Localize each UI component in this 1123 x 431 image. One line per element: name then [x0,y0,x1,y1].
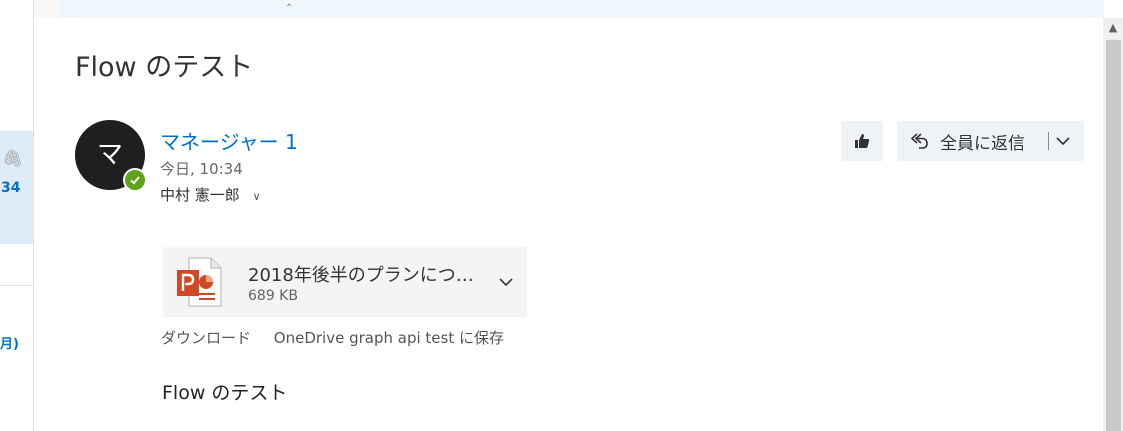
button-separator [1048,132,1049,150]
message-datetime: 今日, 10:34 [160,160,243,178]
list-item-time: 34 [1,180,21,196]
caret-icon: ‸ [287,0,291,6]
attachment-card[interactable]: 2018年後半のプランにつ… 689 KB [163,247,527,317]
sender-name-link[interactable]: マネージャー 1 [160,126,298,155]
reply-all-label: 全員に返信 [940,133,1025,154]
thumbs-up-icon [855,134,870,148]
chevron-down-icon[interactable] [1055,133,1071,149]
powerpoint-file-icon [177,257,222,307]
message-body: Flow のテスト [162,382,288,404]
recipient-line[interactable]: 中村 憲一郎 ∨ [160,184,261,205]
message-subject: Flow のテスト [75,52,254,83]
list-item-top[interactable] [0,0,33,18]
chevron-down-icon[interactable] [497,273,515,291]
attachment-size: 689 KB [248,288,298,304]
like-button[interactable] [841,121,883,161]
expand-recipients-icon[interactable]: ∨ [253,190,261,203]
list-divider [0,285,33,286]
recipient-name[interactable]: 中村 憲一郎 [160,186,240,204]
scrollbar-thumb[interactable] [1106,40,1121,431]
reply-all-icon [910,133,928,149]
paperclip-icon: 🖇 [2,149,24,169]
save-to-onedrive-link[interactable]: OneDrive graph api test に保存 [274,329,504,347]
toolbar-fragment-left [34,0,59,18]
download-link[interactable]: ダウンロード [161,329,251,347]
message-list-fragment: 🖇 34 月) [0,0,34,431]
presence-available-icon [123,168,147,192]
scroll-up-arrow-icon[interactable]: ▲ [1103,18,1123,38]
attachment-actions: ダウンロード OneDrive graph api test に保存 [161,327,504,348]
list-group-header: 月) [0,337,19,352]
reading-pane-toolbar: ‸ [59,0,1104,18]
attachment-name[interactable]: 2018年後半のプランにつ… [248,261,474,287]
reply-all-button[interactable]: 全員に返信 [897,121,1084,161]
